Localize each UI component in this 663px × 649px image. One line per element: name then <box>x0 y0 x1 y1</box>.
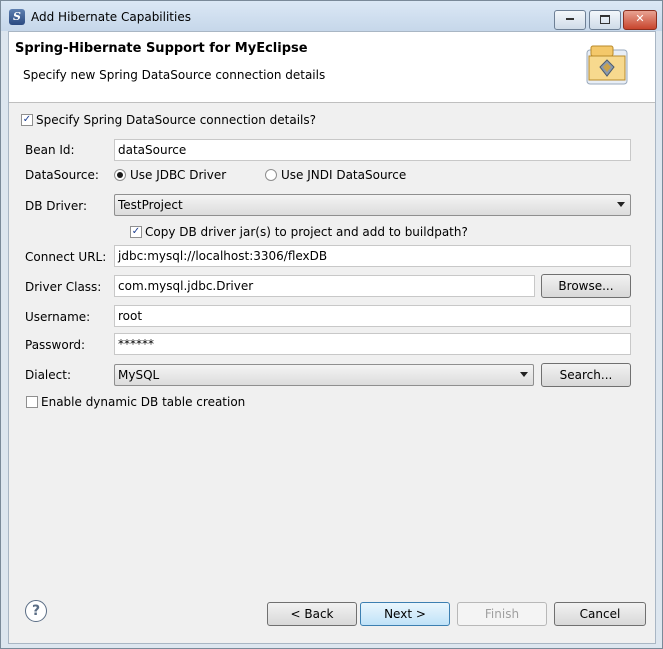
jdbc-driver-radio[interactable] <box>114 169 126 181</box>
title-bar[interactable]: S Add Hibernate Capabilities ✕ <box>1 1 662 31</box>
jdbc-driver-radio-label: Use JDBC Driver <box>130 168 227 182</box>
connect-url-label: Connect URL: <box>25 250 107 264</box>
search-button[interactable]: Search... <box>541 363 631 387</box>
db-driver-label: DB Driver: <box>25 199 88 213</box>
username-input[interactable]: root <box>114 305 631 327</box>
dialect-label: Dialect: <box>25 368 71 382</box>
specify-datasource-label: Specify Spring DataSource connection det… <box>36 113 316 127</box>
browse-button[interactable]: Browse... <box>541 274 631 298</box>
minimize-icon <box>566 18 574 20</box>
jndi-datasource-radio[interactable] <box>265 169 277 181</box>
myeclipse-app-icon: S <box>9 9 25 25</box>
connect-url-input[interactable]: jdbc:mysql://localhost:3306/flexDB <box>114 245 631 267</box>
dialect-value: MySQL <box>118 368 160 382</box>
password-input[interactable]: ****** <box>114 333 631 355</box>
minimize-button[interactable] <box>554 10 586 30</box>
help-icon[interactable]: ? <box>25 600 47 622</box>
close-button[interactable]: ✕ <box>623 10 657 30</box>
dialog-window: S Add Hibernate Capabilities ✕ Spring-Hi… <box>0 0 663 649</box>
close-icon: ✕ <box>635 12 645 25</box>
username-label: Username: <box>25 310 91 324</box>
maximize-icon <box>600 14 610 24</box>
banner-title: Spring-Hibernate Support for MyEclipse <box>15 41 308 56</box>
wizard-banner: Spring-Hibernate Support for MyEclipse S… <box>9 32 655 103</box>
dynamic-table-label: Enable dynamic DB table creation <box>41 395 246 409</box>
driver-class-label: Driver Class: <box>25 280 102 294</box>
copy-driver-jars-label: Copy DB driver jar(s) to project and add… <box>145 225 468 239</box>
db-driver-value: TestProject <box>118 198 183 212</box>
cancel-button[interactable]: Cancel <box>554 602 646 626</box>
password-label: Password: <box>25 338 86 352</box>
back-button[interactable]: < Back <box>267 602 357 626</box>
driver-class-input[interactable]: com.mysql.jdbc.Driver <box>114 275 535 297</box>
copy-driver-jars-checkbox[interactable]: ✓ <box>130 226 142 238</box>
maximize-button[interactable] <box>589 10 621 30</box>
dialog-content: Spring-Hibernate Support for MyEclipse S… <box>8 31 656 644</box>
hibernate-wizard-icon <box>586 45 628 85</box>
finish-button[interactable]: Finish <box>457 602 547 626</box>
window-title: Add Hibernate Capabilities <box>31 10 191 24</box>
jndi-datasource-radio-label: Use JNDI DataSource <box>281 168 407 182</box>
chevron-down-icon <box>520 372 528 377</box>
db-driver-select[interactable]: TestProject <box>114 194 631 216</box>
datasource-label: DataSource: <box>25 168 99 182</box>
bean-id-input[interactable]: dataSource <box>114 139 631 161</box>
banner-subtitle: Specify new Spring DataSource connection… <box>23 68 326 82</box>
dialect-select[interactable]: MySQL <box>114 364 534 386</box>
chevron-down-icon <box>617 202 625 207</box>
next-button[interactable]: Next > <box>360 602 450 626</box>
bean-id-label: Bean Id: <box>25 143 75 157</box>
specify-datasource-checkbox[interactable]: ✓ <box>21 114 33 126</box>
dynamic-table-checkbox[interactable] <box>26 396 38 408</box>
